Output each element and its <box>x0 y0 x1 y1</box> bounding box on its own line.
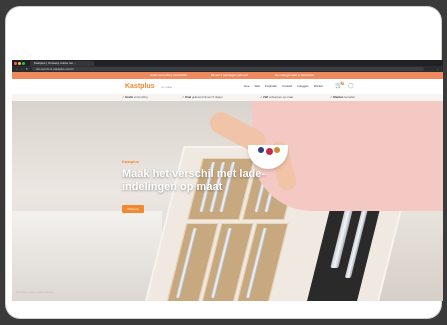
raspberry <box>266 148 273 155</box>
promo-bar: Gratis verzending vanaf €100 Binnen 5 we… <box>12 72 443 79</box>
close-dot-icon[interactable] <box>14 61 17 65</box>
site-logo[interactable]: Kastplus <box>125 82 155 91</box>
menu-icon[interactable]: ⋮ <box>436 67 440 71</box>
nav-link-inspiratie[interactable]: Inspiratie <box>265 83 277 90</box>
main-menu: Hoe Wat Inspiratie Contact Inloggen Wink… <box>244 83 323 90</box>
nav-link-inloggen[interactable]: Inloggen <box>297 83 309 90</box>
browser-window: Kastplus | Ontwerp online uw ... ‹ › ↻ o… <box>12 60 443 301</box>
page-footer-text: Ontwerp zelf je lade-indeling <box>16 290 54 294</box>
site-header: Kastplus op maat Hoe Wat Inspiratie Cont… <box>12 79 443 94</box>
user-icon[interactable]: ◯ <box>348 83 354 90</box>
usp-item: ✓ Klanten tevreden <box>330 95 356 99</box>
logo-tagline: op maat <box>161 85 172 89</box>
nav-link-wat[interactable]: Wat <box>255 83 260 90</box>
forward-icon[interactable]: › <box>20 67 24 71</box>
usp-item: ✓ Gratis verzending <box>122 95 148 99</box>
back-icon[interactable]: ‹ <box>15 67 19 71</box>
hero-label: Kastplus <box>122 159 139 164</box>
hero-counter-image <box>12 211 162 301</box>
nav-link-winkel[interactable]: Winkel <box>314 83 323 90</box>
reload-icon[interactable]: ↻ <box>25 67 29 71</box>
cart-count-badge: 0 <box>341 82 345 85</box>
usp-item: ✓ Snel geleverd binnen 5 dagen <box>182 95 223 99</box>
promo-message: Op maat gemaakt in Nederland <box>275 73 314 77</box>
blueberry <box>258 147 264 153</box>
promo-message: Binnen 5 werkdagen geleverd <box>211 73 249 77</box>
hero-cta-button[interactable]: Ontwerp <box>122 205 144 213</box>
nav-link-contact[interactable]: Contact <box>282 83 292 90</box>
usp-item: ✓ Zelf ontwerpen op maat <box>260 95 293 99</box>
maximize-dot-icon[interactable] <box>22 61 25 65</box>
hero-title: Maak het verschil met lade-indelingen op… <box>122 168 266 193</box>
nav-link-hoe[interactable]: Hoe <box>244 83 250 90</box>
promo-message: Gratis verzending vanaf €100 <box>150 73 187 77</box>
url-text: orti.com/nl-nl | kastplus.com/nl <box>36 67 74 71</box>
address-bar[interactable]: orti.com/nl-nl | kastplus.com/nl <box>32 67 424 71</box>
minimize-dot-icon[interactable] <box>18 61 21 65</box>
hero-section: Kastplus Maak het verschil met lade-inde… <box>12 101 443 301</box>
granola <box>274 147 280 153</box>
